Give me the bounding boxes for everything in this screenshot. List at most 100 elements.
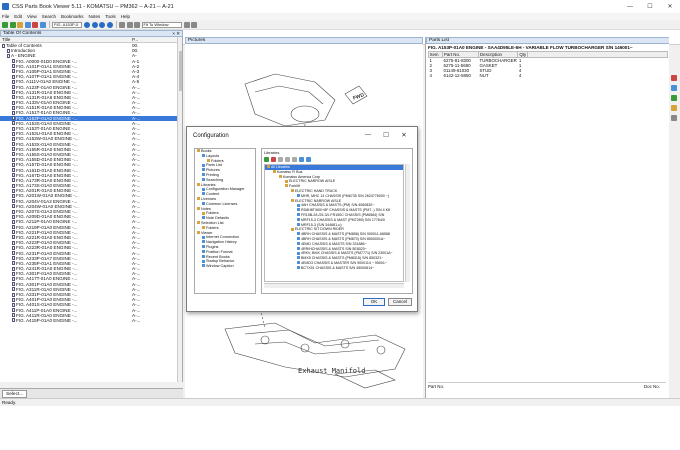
document-icon	[12, 235, 15, 240]
settings-page-icon	[202, 163, 205, 167]
tab-select[interactable]: Select...	[2, 390, 28, 398]
bookmark-icon[interactable]	[32, 21, 38, 28]
menu-edit[interactable]: Edit	[14, 14, 22, 19]
library-tree-item[interactable]: BCTX51 CHASSIS & MASTS S/N 45000814~	[265, 266, 403, 271]
document-icon	[12, 162, 15, 167]
document-icon	[12, 204, 15, 209]
dialog-maximize-button[interactable]: ☐	[377, 131, 395, 139]
document-icon	[12, 110, 15, 115]
document-icon	[12, 126, 15, 131]
menu-tools[interactable]: Tools	[105, 14, 116, 19]
folder-icon	[273, 170, 276, 174]
config-category-label: Libraries	[201, 182, 216, 187]
config-category-label: Navigation History	[206, 240, 237, 245]
toc-scroll-thumb[interactable]	[179, 51, 182, 91]
config-category-item[interactable]: Window Caption	[195, 264, 255, 269]
rotate-icon[interactable]	[134, 21, 140, 28]
document-icon	[12, 271, 15, 276]
add-icon[interactable]	[264, 156, 269, 162]
library-tree-label: MHR, MHC 14 CHASSIS (PM6735 S/N 26247760…	[301, 193, 389, 198]
zoom-out-icon[interactable]	[126, 21, 133, 28]
toc-close-icon[interactable]: × ✕	[172, 31, 180, 36]
dialog-minimize-button[interactable]: —	[359, 131, 377, 139]
menu-bookmarks[interactable]: Bookmarks	[61, 14, 84, 19]
document-icon	[12, 297, 15, 302]
toc-scrollbar[interactable]	[177, 37, 182, 382]
toc-col-page[interactable]: P...	[132, 37, 138, 42]
toc-item[interactable]: FIG. A415P-01A0 ENGINE -... A-...	[0, 318, 182, 323]
library-tree-label: 4EMD CHASSIS & MASTS S/N 331886~	[301, 241, 367, 246]
libraries-tree[interactable]: All Libraries Komatsu Fi Bus Komatsu Ameri…	[264, 164, 404, 282]
toc-item-text: FIG. A415P-01A0 ENGINE -...	[16, 317, 78, 323]
document-icon	[12, 313, 15, 318]
nav-prev-icon[interactable]	[91, 21, 98, 28]
search-icon[interactable]	[39, 21, 46, 28]
cart-icon[interactable]	[671, 95, 677, 101]
up-icon[interactable]	[278, 156, 283, 162]
folder-icon	[197, 182, 200, 186]
document-icon	[12, 240, 15, 245]
footer-doc-no: Doc No.	[644, 384, 660, 389]
edit-icon[interactable]	[292, 156, 297, 162]
settings-page-icon	[202, 173, 205, 177]
menu-view[interactable]: View	[27, 14, 37, 19]
document-icon	[12, 302, 15, 307]
folder-icon	[291, 198, 294, 202]
figure-field[interactable]: FIG. A153P-0	[52, 21, 82, 28]
ok-button[interactable]: OK	[363, 298, 385, 306]
close-button[interactable]: ✕	[660, 3, 680, 10]
config-category-label: Licenses	[201, 196, 216, 201]
minimize-button[interactable]: —	[620, 4, 640, 10]
libraries-vscroll[interactable]	[405, 164, 410, 282]
zoom-select[interactable]: Fit To Window	[141, 21, 182, 28]
bookmark-side-icon[interactable]	[671, 105, 677, 111]
hand-icon[interactable]	[191, 21, 197, 28]
toolbar-separator	[116, 21, 117, 28]
parts-header: Parts List	[426, 37, 669, 44]
nav-next-icon[interactable]	[99, 21, 105, 28]
folder-icon	[197, 206, 200, 210]
document-icon	[12, 131, 15, 136]
down-icon[interactable]	[285, 156, 290, 162]
print-icon[interactable]	[24, 21, 31, 28]
cancel-button[interactable]: Cancel	[388, 298, 412, 306]
refresh-icon[interactable]	[299, 156, 304, 162]
remove-icon[interactable]	[271, 156, 276, 162]
settings-side-icon[interactable]	[671, 115, 677, 121]
dialog-close-button[interactable]: ✕	[395, 131, 413, 139]
window-title: CSS Parts Book Viewer 5.11 - KOMATSU -- …	[12, 3, 174, 10]
document-icon	[12, 173, 15, 178]
menu-search[interactable]: Search	[42, 14, 56, 19]
config-category-tree[interactable]: Books Layouts Folders Parts List Pictures Pri…	[194, 148, 256, 294]
document-icon	[12, 282, 15, 287]
open-book-icon[interactable]	[17, 21, 23, 28]
back-icon[interactable]	[2, 21, 8, 28]
library-tree-label: BMX5 CHASSIS & MASTS (PM8315) S/N 8503Z1…	[301, 256, 384, 261]
document-icon	[12, 79, 15, 84]
book-icon	[297, 232, 300, 236]
document-icon	[12, 292, 15, 297]
pin-icon[interactable]	[671, 75, 677, 81]
properties-icon[interactable]	[306, 156, 311, 162]
nav-last-icon[interactable]	[106, 21, 113, 28]
toc-col-title[interactable]: Title	[2, 37, 10, 42]
document-icon	[12, 214, 15, 219]
libraries-hscroll[interactable]	[264, 283, 404, 288]
folder-icon	[279, 174, 282, 178]
fit-icon[interactable]	[183, 21, 190, 28]
book-icon	[297, 203, 300, 207]
maximize-button[interactable]: ☐	[640, 3, 660, 10]
parts-row[interactable]: 4 6142-12-5850 NUT 4	[429, 73, 668, 78]
menu-file[interactable]: File	[2, 14, 9, 19]
nav-first-icon[interactable]	[84, 21, 90, 28]
toc-item-label: FIG. A415P-01A0 ENGINE -...	[12, 318, 78, 323]
settings-page-icon	[202, 254, 205, 258]
menu-help[interactable]: Help	[121, 14, 130, 19]
parts-cell-desc: NUT	[479, 73, 489, 78]
zoom-in-icon[interactable]	[119, 21, 125, 28]
forward-icon[interactable]	[9, 21, 16, 28]
book-icon	[297, 208, 300, 212]
note-icon[interactable]	[671, 85, 677, 91]
document-icon	[12, 230, 15, 235]
menu-notes[interactable]: Notes	[89, 14, 101, 19]
